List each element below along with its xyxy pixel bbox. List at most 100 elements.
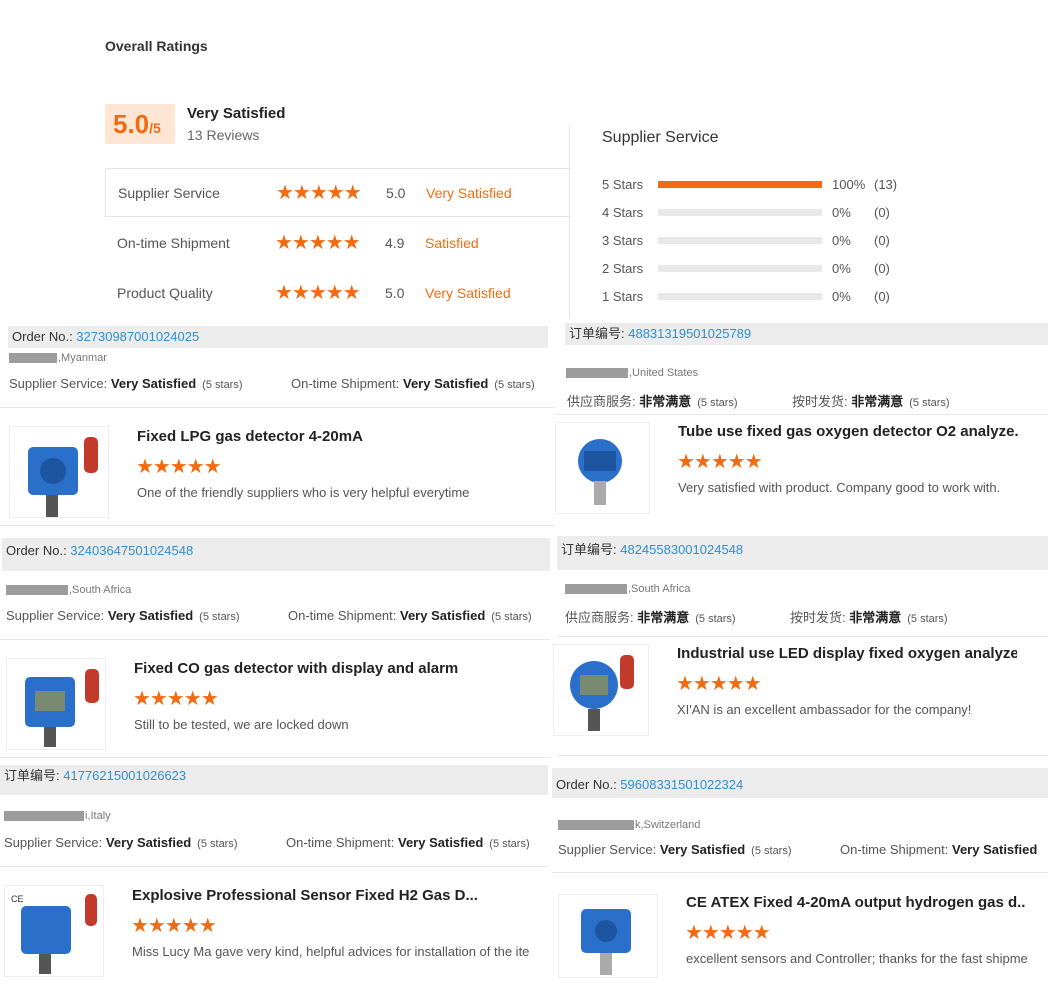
buyer-info: ,South Africa: [6, 584, 131, 596]
rating-row-supplier-service[interactable]: Supplier Service ★★★★★ 5.0 Very Satisfie…: [105, 168, 570, 217]
review-comment: Very satisfied with product. Company goo…: [678, 480, 1001, 495]
divider: [0, 407, 555, 408]
product-name-link[interactable]: Fixed CO gas detector with display and a…: [134, 660, 544, 677]
product-thumbnail[interactable]: [555, 422, 650, 514]
overall-ratings-title: Overall Ratings: [105, 38, 208, 54]
order-label: Order No.:: [12, 329, 77, 344]
product-name-link[interactable]: CE ATEX Fixed 4-20mA output hydrogen gas…: [686, 894, 1026, 911]
star-bar-fill: [658, 180, 822, 188]
svg-text:CE: CE: [11, 894, 24, 904]
product-thumbnail[interactable]: CE: [4, 885, 104, 977]
star-rating-icon: ★★★★★: [685, 922, 771, 944]
divider: [557, 636, 1048, 637]
rating-row-product-quality[interactable]: Product Quality ★★★★★ 5.0 Very Satisfied: [105, 268, 570, 317]
shipment-rating: On-time Shipment: Very Satisfied (5 stars…: [288, 608, 532, 623]
redacted-name: [566, 368, 628, 378]
product-name-link[interactable]: Explosive Professional Sensor Fixed H2 G…: [132, 887, 548, 904]
redacted-name: [558, 820, 634, 830]
product-name-link[interactable]: Tube use fixed gas oxygen detector O2 an…: [678, 423, 1018, 440]
star-bar-count: (0): [874, 288, 890, 304]
star-bar-label: 1 Stars: [602, 288, 644, 304]
divider: [0, 525, 555, 526]
star-bar-count: (13): [874, 176, 898, 192]
rating-status: Very Satisfied: [425, 284, 511, 301]
gas-detector-image: [25, 669, 99, 747]
order-number-link[interactable]: 41776215001026623: [63, 768, 186, 783]
redacted-name: [4, 811, 84, 821]
order-number-link[interactable]: 32730987001024025: [76, 329, 199, 344]
rating-value: 4.9: [385, 234, 405, 251]
rating-status: Satisfied: [425, 234, 479, 251]
product-thumbnail[interactable]: [553, 644, 649, 736]
order-header: Order No.: 32730987001024025: [8, 326, 548, 348]
order-number-link[interactable]: 48245583001024548: [620, 542, 743, 557]
star-rating-icon: ★★★★★: [136, 456, 222, 478]
star-rating-icon: ★★★★★: [677, 451, 763, 473]
star-bar-row-1: 1 Stars 0% (0): [602, 286, 890, 306]
star-bar-row-5: 5 Stars 100% (13): [602, 174, 897, 194]
supplier-service-rating: Supplier Service: Very Satisfied (5 stars…: [4, 835, 238, 850]
order-number-link[interactable]: 48831319501025789: [628, 326, 751, 341]
rating-label: Supplier Service: [118, 184, 220, 201]
order-label: 订单编号:: [561, 542, 621, 557]
star-rating-icon: ★★★★★: [275, 232, 361, 254]
star-bar-label: 5 Stars: [602, 176, 644, 192]
star-rating-icon: ★★★★★: [275, 282, 361, 304]
star-bar-label: 4 Stars: [602, 204, 644, 220]
order-label: Order No.:: [556, 777, 621, 792]
buyer-info: ,Myanmar: [9, 352, 107, 364]
rating-row-ontime-shipment[interactable]: On-time Shipment ★★★★★ 4.9 Satisfied: [105, 218, 570, 267]
buyer-info: i,Italy: [4, 810, 111, 822]
order-number-link[interactable]: 32403647501024548: [70, 543, 193, 558]
rating-value: 5.0: [385, 284, 405, 301]
star-rating-icon: ★★★★★: [676, 673, 762, 695]
order-label: Order No.:: [6, 543, 71, 558]
buyer-country: i,Italy: [85, 810, 111, 822]
redacted-name: [565, 584, 627, 594]
supplier-service-rating: 供应商服务: 非常满意 (5 stars): [567, 394, 738, 409]
overall-score: 5.0: [113, 109, 150, 139]
rating-status: Very Satisfied: [426, 184, 512, 201]
star-bar-percent: 0%: [832, 204, 851, 220]
rating-label: Product Quality: [117, 284, 213, 301]
rating-value: 5.0: [386, 184, 406, 201]
gas-detector-image: CE: [11, 894, 97, 974]
product-name-link[interactable]: Industrial use LED display fixed oxygen …: [677, 645, 1017, 662]
order-number-link[interactable]: 59608331501022324: [620, 777, 743, 792]
star-rating-icon: ★★★★★: [276, 182, 362, 204]
star-bar-track: [658, 264, 822, 272]
supplier-service-rating: Supplier Service: Very Satisfied (5 stars…: [558, 842, 792, 857]
product-thumbnail[interactable]: [9, 426, 109, 518]
order-header: 订单编号: 41776215001026623: [0, 765, 548, 795]
divider: [555, 414, 1048, 415]
buyer-info: ,United States: [566, 367, 698, 379]
star-bar-track: [658, 236, 822, 244]
star-bar-track: [658, 180, 822, 188]
product-thumbnail[interactable]: [558, 894, 658, 978]
supplier-service-rating: Supplier Service: Very Satisfied (5 stars…: [6, 608, 240, 623]
gas-detector-image: [581, 909, 631, 975]
redacted-name: [9, 353, 57, 363]
review-comment: excellent sensors and Controller; thanks…: [686, 951, 1028, 966]
divider: [569, 126, 570, 318]
rating-label: On-time Shipment: [117, 234, 230, 251]
divider: [552, 872, 1048, 873]
product-name-link[interactable]: Fixed LPG gas detector 4-20mA: [137, 428, 547, 445]
divider: [0, 866, 548, 867]
divider: [0, 639, 550, 640]
shipment-rating: On-time Shipment: Very Satisfied: [840, 842, 1038, 857]
star-bar-percent: 0%: [832, 260, 851, 276]
buyer-info: ,South Africa: [565, 583, 690, 595]
buyer-country: ,Myanmar: [58, 352, 107, 364]
shipment-rating: On-time Shipment: Very Satisfied (5 stars…: [286, 835, 530, 850]
divider: [557, 755, 1048, 756]
buyer-country: k,Switzerland: [635, 819, 701, 831]
order-label: 订单编号:: [4, 768, 64, 783]
overall-score-suffix: /5: [149, 120, 161, 136]
overall-satisfaction: Very Satisfied: [187, 105, 286, 122]
supplier-service-rating: 供应商服务: 非常满意 (5 stars): [565, 610, 736, 625]
star-bar-track: [658, 292, 822, 300]
product-thumbnail[interactable]: [6, 658, 106, 750]
star-bar-label: 3 Stars: [602, 232, 644, 248]
shipment-rating: 按时发货: 非常满意 (5 stars): [792, 394, 950, 409]
